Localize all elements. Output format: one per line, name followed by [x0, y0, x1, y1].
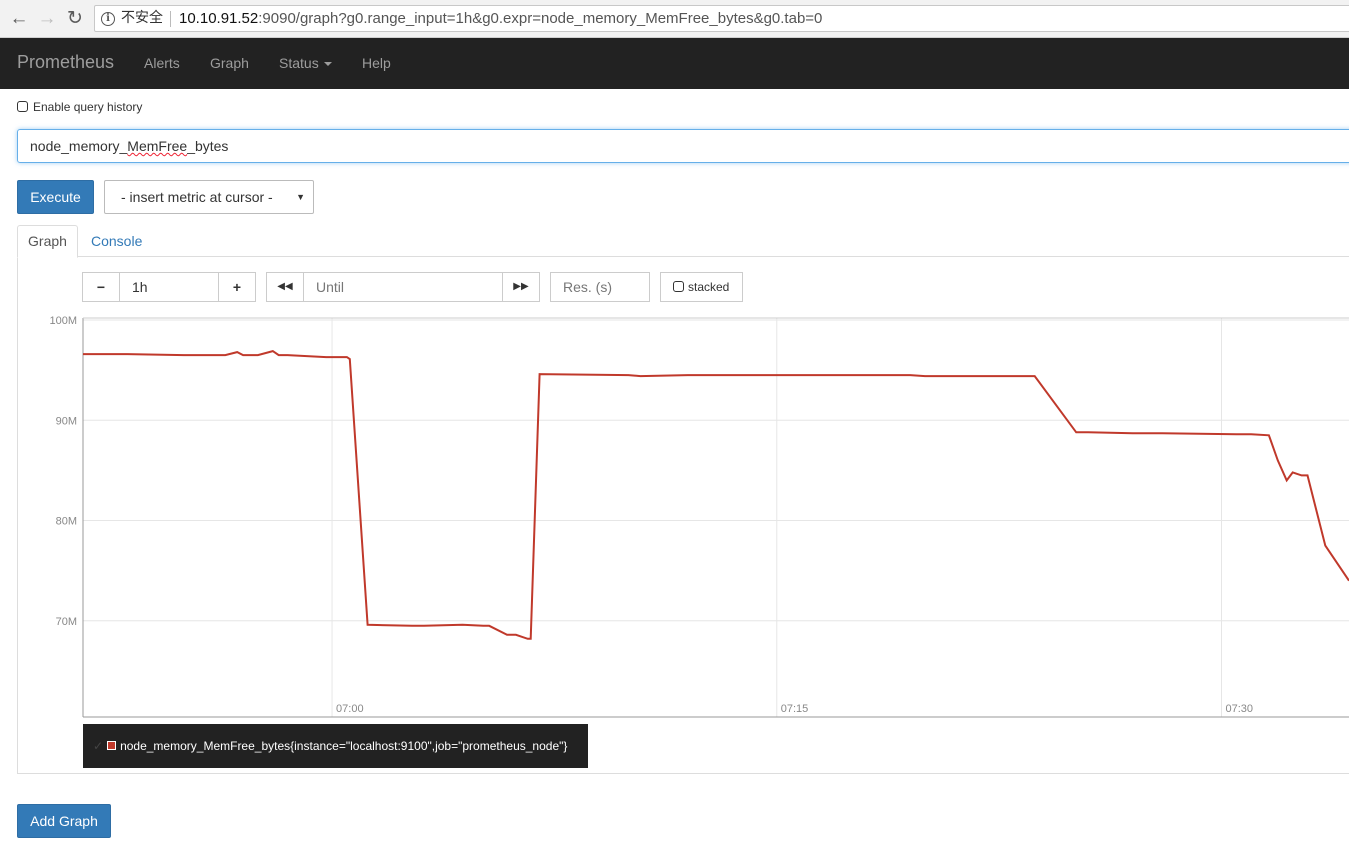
add-graph-button[interactable]: Add Graph [17, 804, 111, 838]
y-tick-label: 80M [56, 516, 77, 528]
x-tick-label: 07:00 [336, 703, 364, 715]
chart-legend[interactable]: ✓ node_memory_MemFree_bytes{instance="loc… [83, 724, 588, 768]
y-tick-label: 70M [56, 616, 77, 628]
y-tick-label: 100M [49, 315, 77, 327]
x-tick-label: 07:30 [1226, 703, 1254, 715]
y-tick-label: 90M [56, 415, 77, 427]
memory-chart: 100M 90M 80M 70M 07:00 07:15 07:30 [49, 315, 1349, 718]
x-tick-label: 07:15 [781, 703, 809, 715]
series-line [83, 350, 1349, 640]
checkmark-icon: ✓ [93, 739, 104, 753]
series-swatch [107, 741, 117, 750]
legend-label: node_memory_MemFree_bytes{instance="loca… [120, 739, 568, 753]
